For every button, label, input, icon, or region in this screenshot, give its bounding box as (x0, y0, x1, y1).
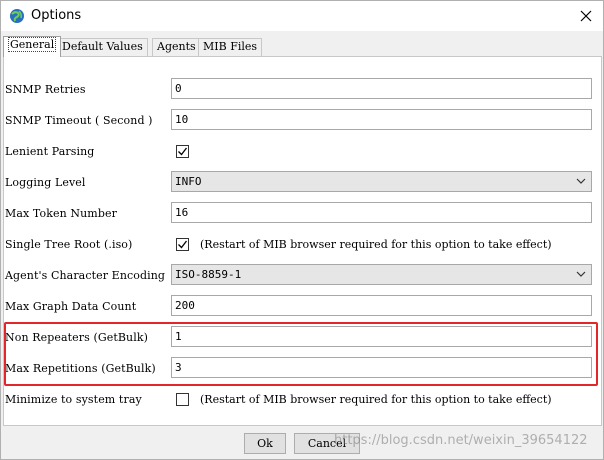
snmp-timeout-label: SNMP Timeout ( Second ) (5, 114, 153, 127)
watermark-text: https://blog.csdn.net/weixin_39654122 (334, 433, 588, 448)
minimize-to-tray-checkbox[interactable] (176, 393, 189, 406)
lenient-parsing-label: Lenient Parsing (5, 145, 95, 158)
tab-mib-files[interactable]: MIB Files (198, 38, 263, 56)
minimize-to-tray-label: Minimize to system tray (5, 393, 142, 406)
tab-general-label: General (8, 37, 57, 52)
tab-general[interactable]: General (3, 36, 62, 57)
chevron-down-icon (576, 271, 586, 277)
title-bar: Options (1, 1, 603, 31)
tab-default-values-label: Default Values (62, 40, 143, 53)
highlight-annotation (4, 322, 598, 386)
tab-agents[interactable]: Agents (152, 38, 201, 56)
options-dialog: Options General Default Values Agents MI… (0, 0, 604, 460)
chevron-down-icon (576, 178, 586, 184)
agent-encoding-label: Agent's Character Encoding (5, 269, 166, 282)
lenient-parsing-checkbox[interactable] (176, 145, 189, 158)
max-token-number-input[interactable]: 16 (171, 202, 592, 223)
max-graph-data-count-label: Max Graph Data Count (5, 300, 137, 313)
snmp-retries-input[interactable]: 0 (171, 78, 592, 99)
minimize-to-tray-note: (Restart of MIB browser required for thi… (200, 393, 552, 406)
general-panel: SNMP Retries 0 SNMP Timeout ( Second ) 1… (3, 56, 602, 426)
ok-button[interactable]: Ok (244, 433, 286, 454)
logging-level-value: INFO (175, 175, 202, 188)
logging-level-label: Logging Level (5, 176, 86, 189)
max-graph-data-count-input[interactable]: 200 (171, 295, 592, 316)
single-tree-root-note: (Restart of MIB browser required for thi… (200, 238, 552, 251)
agent-encoding-select[interactable]: ISO-8859-1 (171, 264, 592, 285)
snmp-retries-label: SNMP Retries (5, 83, 86, 96)
agent-encoding-value: ISO-8859-1 (175, 268, 242, 281)
tab-agents-label: Agents (157, 40, 196, 53)
single-tree-root-label: Single Tree Root (.iso) (5, 238, 133, 251)
tab-default-values[interactable]: Default Values (57, 38, 148, 56)
tab-mib-files-label: MIB Files (203, 40, 258, 53)
max-token-number-label: Max Token Number (5, 207, 117, 220)
cancel-button[interactable]: Cancel (294, 433, 360, 454)
window-title: Options (31, 8, 82, 23)
logging-level-select[interactable]: INFO (171, 171, 592, 192)
single-tree-root-checkbox[interactable] (176, 238, 189, 251)
close-icon[interactable] (575, 5, 597, 27)
globe-icon (9, 8, 25, 24)
checkmark-icon (178, 147, 188, 156)
checkmark-icon (178, 240, 188, 249)
snmp-timeout-input[interactable]: 10 (171, 109, 592, 130)
